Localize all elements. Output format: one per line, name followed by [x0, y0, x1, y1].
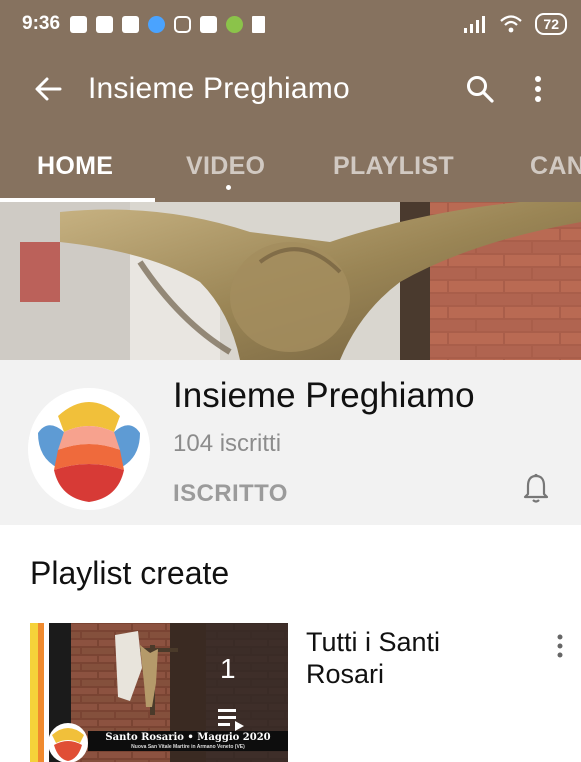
- app-icon: [226, 15, 244, 33]
- back-button[interactable]: [18, 59, 78, 119]
- notification-icons: [70, 15, 266, 33]
- channel-logo: [28, 388, 150, 510]
- subscriber-count: 104 iscritti: [173, 430, 282, 457]
- new-content-dot: [226, 185, 231, 190]
- playlist-queue-icon: [218, 709, 244, 731]
- tab-video[interactable]: VIDEO: [186, 130, 265, 202]
- playlist-thumbnail[interactable]: Santo Rosario • Maggio 2020 Nuova San Vi…: [30, 623, 288, 762]
- battery-indicator: 72: [535, 13, 567, 35]
- thumbnail-caption-subtitle: Nuova San Vitale Martire in Armano Venet…: [131, 744, 245, 750]
- signal-icon: [464, 16, 486, 33]
- section-title: Playlist create: [30, 555, 230, 591]
- more-vert-icon: [557, 634, 563, 658]
- thumbnail-caption: Santo Rosario • Maggio 2020 Nuova San Vi…: [88, 731, 288, 751]
- notification-bell-button[interactable]: [518, 468, 554, 508]
- app-title: Insieme Preghiamo: [88, 72, 350, 105]
- trash-icon: [252, 15, 266, 33]
- playlist-item[interactable]: Santo Rosario • Maggio 2020 Nuova San Vi…: [0, 620, 581, 762]
- facebook-icon: [96, 15, 114, 33]
- system-icons: 72: [463, 13, 567, 35]
- tab-canali[interactable]: CANALI: [530, 130, 581, 202]
- wifi-icon: [500, 15, 523, 33]
- gmail-icon: [200, 15, 218, 33]
- playlist-more-button[interactable]: [546, 626, 574, 666]
- channel-banner: [0, 202, 581, 360]
- tab-home[interactable]: HOME: [37, 130, 113, 202]
- status-bar: 9:36 72: [0, 0, 581, 48]
- search-icon: [467, 76, 494, 103]
- more-vert-icon: [535, 76, 541, 102]
- playlist-video-count: 1: [220, 653, 236, 684]
- status-time: 9:36: [22, 13, 61, 34]
- channel-name: Insieme Preghiamo: [173, 376, 475, 415]
- browser-icon: [148, 15, 166, 33]
- channel-header: Insieme Preghiamo 104 iscritti ISCRITTO: [0, 360, 581, 525]
- tab-playlist[interactable]: PLAYLIST: [333, 130, 454, 202]
- channel-avatar[interactable]: [28, 388, 150, 510]
- bell-icon: [523, 473, 549, 503]
- banner-image: [0, 202, 581, 360]
- subscribed-button[interactable]: ISCRITTO: [173, 480, 288, 508]
- thumbnail-caption-title: Santo Rosario • Maggio 2020: [105, 732, 271, 743]
- youtube-icon: [122, 15, 140, 33]
- search-button[interactable]: [451, 60, 509, 118]
- instagram-icon: [174, 15, 192, 33]
- app-bar: Insieme Preghiamo: [0, 48, 581, 130]
- playlist-title[interactable]: Tutti i Santi Rosari: [306, 626, 516, 690]
- channel-tabs: HOME VIDEO PLAYLIST CANALI: [0, 130, 581, 202]
- more-options-button[interactable]: [509, 60, 567, 118]
- facebook-icon: [70, 15, 88, 33]
- arrow-left-icon: [35, 77, 62, 101]
